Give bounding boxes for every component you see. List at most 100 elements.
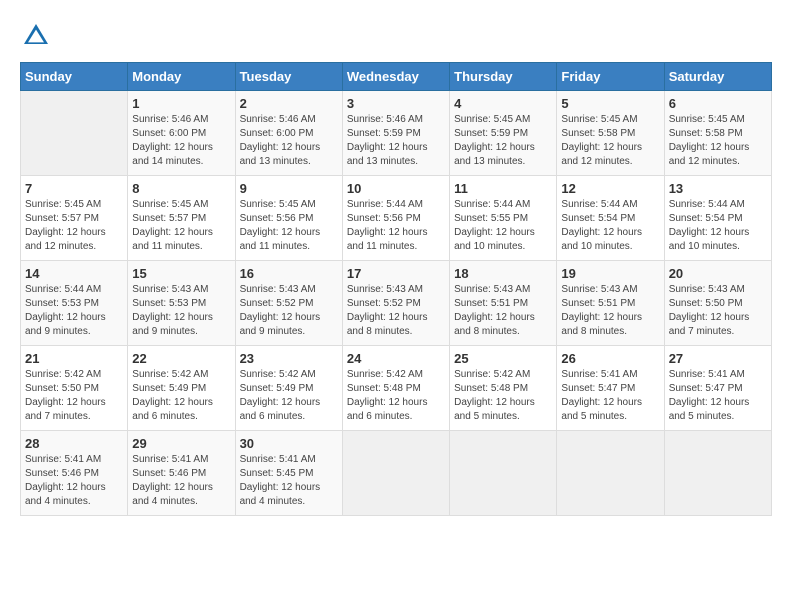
calendar-cell: 3 Sunrise: 5:46 AM Sunset: 5:59 PM Daylig… [342,91,449,176]
calendar-cell: 12 Sunrise: 5:44 AM Sunset: 5:54 PM Dayli… [557,176,664,261]
day-number: 20 [669,266,767,281]
day-number: 11 [454,181,552,196]
day-number: 8 [132,181,230,196]
day-info: Sunrise: 5:45 AM Sunset: 5:58 PM Dayligh… [669,113,767,169]
day-number: 2 [240,96,338,111]
day-number: 1 [132,96,230,111]
day-number: 17 [347,266,445,281]
calendar-header-monday: Monday [128,63,235,91]
day-info: Sunrise: 5:46 AM Sunset: 5:59 PM Dayligh… [347,113,445,169]
calendar-cell: 30 Sunrise: 5:41 AM Sunset: 5:45 PM Dayli… [235,431,342,516]
day-number: 22 [132,351,230,366]
day-number: 30 [240,436,338,451]
day-number: 23 [240,351,338,366]
page-header [20,20,772,52]
day-number: 10 [347,181,445,196]
calendar-cell: 15 Sunrise: 5:43 AM Sunset: 5:53 PM Dayli… [128,261,235,346]
calendar-cell: 5 Sunrise: 5:45 AM Sunset: 5:58 PM Daylig… [557,91,664,176]
day-number: 9 [240,181,338,196]
day-info: Sunrise: 5:43 AM Sunset: 5:51 PM Dayligh… [561,283,659,339]
calendar-cell: 4 Sunrise: 5:45 AM Sunset: 5:59 PM Daylig… [450,91,557,176]
day-number: 18 [454,266,552,281]
day-number: 15 [132,266,230,281]
day-info: Sunrise: 5:42 AM Sunset: 5:48 PM Dayligh… [454,368,552,424]
calendar-cell: 25 Sunrise: 5:42 AM Sunset: 5:48 PM Dayli… [450,346,557,431]
calendar-cell: 24 Sunrise: 5:42 AM Sunset: 5:48 PM Dayli… [342,346,449,431]
day-number: 29 [132,436,230,451]
calendar-cell: 6 Sunrise: 5:45 AM Sunset: 5:58 PM Daylig… [664,91,771,176]
calendar-cell: 2 Sunrise: 5:46 AM Sunset: 6:00 PM Daylig… [235,91,342,176]
calendar-cell [557,431,664,516]
day-info: Sunrise: 5:43 AM Sunset: 5:52 PM Dayligh… [347,283,445,339]
day-info: Sunrise: 5:44 AM Sunset: 5:55 PM Dayligh… [454,198,552,254]
day-number: 27 [669,351,767,366]
day-info: Sunrise: 5:42 AM Sunset: 5:49 PM Dayligh… [132,368,230,424]
day-number: 25 [454,351,552,366]
calendar-header-sunday: Sunday [21,63,128,91]
day-number: 26 [561,351,659,366]
day-info: Sunrise: 5:41 AM Sunset: 5:46 PM Dayligh… [132,453,230,509]
calendar-cell: 13 Sunrise: 5:44 AM Sunset: 5:54 PM Dayli… [664,176,771,261]
day-number: 4 [454,96,552,111]
day-info: Sunrise: 5:41 AM Sunset: 5:45 PM Dayligh… [240,453,338,509]
day-info: Sunrise: 5:45 AM Sunset: 5:58 PM Dayligh… [561,113,659,169]
calendar-cell: 16 Sunrise: 5:43 AM Sunset: 5:52 PM Dayli… [235,261,342,346]
day-info: Sunrise: 5:43 AM Sunset: 5:50 PM Dayligh… [669,283,767,339]
day-number: 28 [25,436,123,451]
day-info: Sunrise: 5:42 AM Sunset: 5:50 PM Dayligh… [25,368,123,424]
logo-icon [20,20,52,52]
calendar-cell: 27 Sunrise: 5:41 AM Sunset: 5:47 PM Dayli… [664,346,771,431]
day-number: 5 [561,96,659,111]
calendar-week-row: 21 Sunrise: 5:42 AM Sunset: 5:50 PM Dayli… [21,346,772,431]
day-info: Sunrise: 5:44 AM Sunset: 5:53 PM Dayligh… [25,283,123,339]
calendar-cell [21,91,128,176]
day-info: Sunrise: 5:42 AM Sunset: 5:48 PM Dayligh… [347,368,445,424]
calendar-week-row: 14 Sunrise: 5:44 AM Sunset: 5:53 PM Dayli… [21,261,772,346]
calendar-cell [342,431,449,516]
day-info: Sunrise: 5:44 AM Sunset: 5:54 PM Dayligh… [669,198,767,254]
calendar-header-friday: Friday [557,63,664,91]
calendar-table: SundayMondayTuesdayWednesdayThursdayFrid… [20,62,772,516]
day-number: 13 [669,181,767,196]
calendar-cell: 17 Sunrise: 5:43 AM Sunset: 5:52 PM Dayli… [342,261,449,346]
calendar-cell: 28Sunrise: 5:41 AM Sunset: 5:46 PM Dayli… [21,431,128,516]
day-info: Sunrise: 5:43 AM Sunset: 5:52 PM Dayligh… [240,283,338,339]
calendar-cell: 11 Sunrise: 5:44 AM Sunset: 5:55 PM Dayli… [450,176,557,261]
calendar-week-row: 28 Sunrise: 5:41 AM Sunset: 5:46 PM Dayli… [21,431,772,516]
calendar-header-row: SundayMondayTuesdayWednesdayThursdayFrid… [21,63,772,91]
calendar-cell: 20 Sunrise: 5:43 AM Sunset: 5:50 PM Dayli… [664,261,771,346]
day-info: Sunrise: 5:45 AM Sunset: 5:57 PM Dayligh… [25,198,123,254]
day-info: Sunrise: 5:44 AM Sunset: 5:56 PM Dayligh… [347,198,445,254]
day-info: Sunrise: 5:46 AM Sunset: 6:00 PM Dayligh… [132,113,230,169]
day-number: 21 [25,351,123,366]
logo [20,20,56,52]
day-info: Sunrise: 5:45 AM Sunset: 5:59 PM Dayligh… [454,113,552,169]
calendar-cell: 9Sunrise: 5:45 AM Sunset: 5:56 PM Daylig… [235,176,342,261]
calendar-cell: 23 Sunrise: 5:42 AM Sunset: 5:49 PM Dayli… [235,346,342,431]
calendar-cell: 10 Sunrise: 5:44 AM Sunset: 5:56 PM Dayli… [342,176,449,261]
day-info: Sunrise: 5:42 AM Sunset: 5:49 PM Dayligh… [240,368,338,424]
day-info: Sunrise: 5:41 AM Sunset: 5:47 PM Dayligh… [561,368,659,424]
day-number: 3 [347,96,445,111]
day-info: Sunrise: 5:44 AM Sunset: 5:54 PM Dayligh… [561,198,659,254]
calendar-cell: 1 Sunrise: 5:46 AM Sunset: 6:00 PM Daylig… [128,91,235,176]
calendar-cell: 18 Sunrise: 5:43 AM Sunset: 5:51 PM Dayli… [450,261,557,346]
day-number: 16 [240,266,338,281]
day-number: 6 [669,96,767,111]
calendar-week-row: 7 Sunrise: 5:45 AM Sunset: 5:57 PM Daylig… [21,176,772,261]
calendar-week-row: 1 Sunrise: 5:46 AM Sunset: 6:00 PM Daylig… [21,91,772,176]
day-number: 24 [347,351,445,366]
day-number: 14 [25,266,123,281]
day-number: 12 [561,181,659,196]
calendar-header-tuesday: Tuesday [235,63,342,91]
day-info: Sunrise: 5:43 AM Sunset: 5:51 PM Dayligh… [454,283,552,339]
day-info: Sunrise: 5:45 AM Sunset: 5:57 PM Dayligh… [132,198,230,254]
calendar-header-wednesday: Wednesday [342,63,449,91]
day-number: 7 [25,181,123,196]
day-info: Sunrise: 5:43 AM Sunset: 5:53 PM Dayligh… [132,283,230,339]
calendar-cell [664,431,771,516]
calendar-cell: 19Sunrise: 5:43 AM Sunset: 5:51 PM Dayli… [557,261,664,346]
calendar-cell: 26 Sunrise: 5:41 AM Sunset: 5:47 PM Dayli… [557,346,664,431]
day-info: Sunrise: 5:46 AM Sunset: 6:00 PM Dayligh… [240,113,338,169]
day-info: Sunrise: 5:41 AM Sunset: 5:47 PM Dayligh… [669,368,767,424]
